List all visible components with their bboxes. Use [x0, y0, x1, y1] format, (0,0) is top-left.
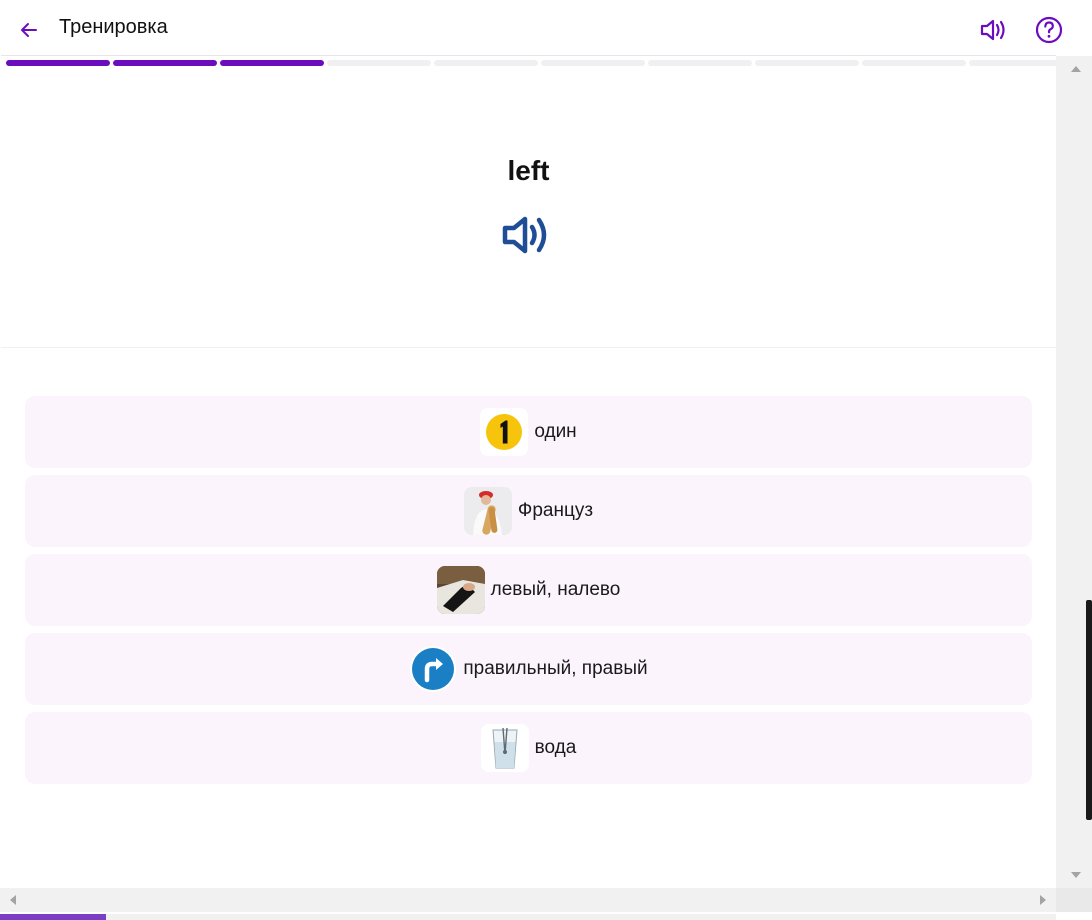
option-label: один: [534, 421, 577, 442]
progress-segment: [755, 60, 859, 66]
bottom-progress-fill: [0, 914, 106, 920]
question-circle-icon: [1035, 16, 1063, 44]
progress-segment: [862, 60, 966, 66]
back-button[interactable]: [15, 16, 43, 44]
answer-option[interactable]: вода: [25, 712, 1032, 784]
answer-option[interactable]: правильный, правый: [25, 633, 1032, 705]
sound-toggle-button[interactable]: [977, 14, 1011, 46]
left-hand-image: [436, 566, 485, 614]
progress-segment: [327, 60, 431, 66]
option-label: левый, налево: [490, 579, 621, 600]
frenchman-image: [463, 487, 512, 535]
answer-option[interactable]: один: [25, 396, 1032, 468]
page-title: Тренировка: [59, 16, 168, 38]
answer-option[interactable]: Француз: [25, 475, 1032, 547]
option-label: правильный, правый: [463, 658, 648, 679]
help-button[interactable]: [1033, 14, 1065, 46]
number-one-icon: [480, 408, 529, 456]
progress-segment: [6, 60, 110, 66]
app-frame: Тренировка left один Француз левый, нале…: [0, 0, 1092, 920]
option-label: Француз: [517, 500, 594, 521]
progress-segment: [541, 60, 645, 66]
play-word-button[interactable]: [499, 211, 559, 259]
option-label: вода: [534, 737, 577, 758]
turn-right-sign-icon: [409, 645, 457, 693]
water-glass-image: [480, 724, 529, 772]
speaker-icon: [502, 216, 547, 254]
progress-segment: [113, 60, 217, 66]
progress-segment: [434, 60, 538, 66]
top-bar: Тренировка: [1, 2, 1063, 56]
progress-segment: [220, 60, 324, 66]
vertical-scroll-thumb[interactable]: [1086, 600, 1092, 820]
vertical-scrollbar[interactable]: [1056, 56, 1092, 888]
scrollbar-corner: [1056, 888, 1092, 912]
lesson-progress: [6, 60, 1073, 66]
scroll-right-arrow-icon[interactable]: [1040, 895, 1046, 905]
scroll-left-arrow-icon[interactable]: [10, 895, 16, 905]
word-card: left: [1, 67, 1056, 348]
speaker-icon: [980, 19, 1005, 41]
target-word: left: [507, 155, 550, 186]
arrow-left-icon: [21, 23, 37, 37]
horizontal-scrollbar[interactable]: [0, 888, 1056, 912]
progress-segment: [648, 60, 752, 66]
scroll-down-arrow-icon[interactable]: [1071, 872, 1081, 878]
bottom-progress-bar: [0, 914, 1056, 920]
scroll-up-arrow-icon[interactable]: [1071, 66, 1081, 72]
answer-option[interactable]: левый, налево: [25, 554, 1032, 626]
